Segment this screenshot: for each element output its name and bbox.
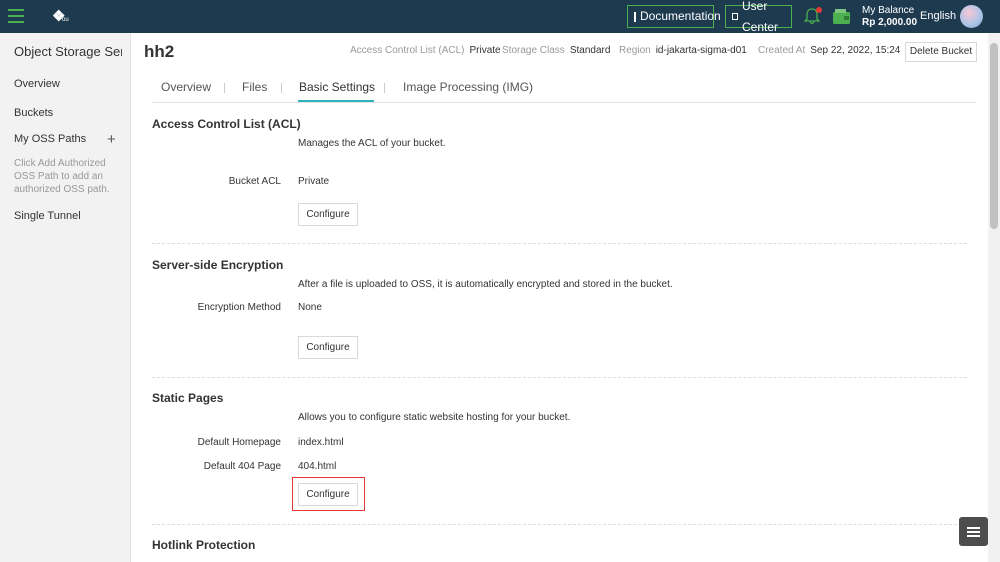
meta-storage-class-key: Storage Class <box>502 45 565 56</box>
default-404-value: 404.html <box>298 461 337 472</box>
balance-label: My Balance <box>862 5 915 16</box>
sidebar-title: Object Storage Ser... <box>14 44 122 59</box>
tab-bar: Overview Files Basic Settings Image Proc… <box>152 70 976 103</box>
acl-configure-button[interactable]: Configure <box>298 203 358 226</box>
encryption-method-value: None <box>298 302 322 313</box>
documentation-label: Documentation <box>640 9 721 23</box>
tab-files[interactable]: Files <box>242 80 267 94</box>
user-center-label: User Center <box>741 0 779 34</box>
top-bar: ❖ Pou Documentation User Center My Balan… <box>0 0 1000 34</box>
delete-bucket-button[interactable]: Delete Bucket <box>905 42 977 62</box>
bucket-acl-label: Bucket ACL <box>228 176 281 187</box>
scrollbar-thumb[interactable] <box>990 43 998 229</box>
static-pages-section-title: Static Pages <box>152 391 224 405</box>
meta-region-value: id-jakarta-sigma-d01 <box>655 45 747 56</box>
section-divider <box>152 524 967 525</box>
sidebar-item-my-oss-paths[interactable]: My OSS Paths <box>14 133 86 145</box>
floating-menu-button[interactable] <box>959 517 988 546</box>
static-pages-configure-button[interactable]: Configure <box>298 483 358 506</box>
language-selector[interactable]: English <box>920 10 956 22</box>
avatar[interactable] <box>960 5 983 28</box>
tab-separator <box>384 83 385 93</box>
static-pages-description: Allows you to configure static website h… <box>298 412 571 423</box>
list-icon <box>967 527 980 529</box>
page-title: hh2 <box>144 42 175 61</box>
encryption-description: After a file is uploaded to OSS, it is a… <box>298 279 673 290</box>
notification-bell-icon[interactable] <box>803 7 822 25</box>
default-homepage-value: index.html <box>298 437 344 448</box>
meta-created-value: Sep 22, 2022, 15:24 <box>810 45 901 56</box>
meta-created-at: Created At Sep 22, 2022, 15:24 <box>758 45 900 56</box>
tab-overview[interactable]: Overview <box>161 80 211 94</box>
balance-value: Rp 2,000.00 <box>862 17 918 28</box>
acl-description: Manages the ACL of your bucket. <box>298 138 446 149</box>
document-icon <box>634 11 636 22</box>
meta-region: Region id-jakarta-sigma-d01 <box>619 45 747 56</box>
meta-acl-key: Access Control List (ACL) <box>350 45 465 56</box>
sidebar: Object Storage Ser... Overview Buckets M… <box>0 33 131 562</box>
list-icon-line <box>967 535 980 537</box>
scrollbar[interactable] <box>988 33 1000 562</box>
encryption-method-label: Encryption Method <box>197 302 281 313</box>
bucket-acl-value: Private <box>298 176 330 187</box>
logo-text: Pou <box>58 17 69 23</box>
sidebar-item-single-tunnel[interactable]: Single Tunnel <box>14 210 81 222</box>
list-icon-line <box>967 531 980 533</box>
tab-separator <box>281 83 282 93</box>
oss-path-hint: Click Add Authorized OSS Path to add an … <box>14 158 110 195</box>
documentation-button[interactable]: Documentation <box>627 5 721 28</box>
acl-section-title: Access Control List (ACL) <box>152 117 301 131</box>
default-homepage-label: Default Homepage <box>197 437 281 448</box>
sidebar-item-overview[interactable]: Overview <box>14 78 60 90</box>
meta-storage-class-value: Standard <box>569 45 611 56</box>
encryption-section-title: Server-side Encryption <box>152 258 284 272</box>
tab-image-processing[interactable]: Image Processing (IMG) <box>403 80 533 94</box>
hotlink-section-title: Hotlink Protection <box>152 538 256 552</box>
wallet-icon[interactable] <box>832 8 851 25</box>
section-divider <box>152 243 967 244</box>
add-oss-path-icon[interactable]: + <box>107 132 116 147</box>
meta-acl-value: Private <box>469 45 501 56</box>
user-center-button[interactable]: User Center <box>725 0 792 34</box>
tab-basic-settings[interactable]: Basic Settings <box>299 80 375 94</box>
balance-display[interactable]: My Balance Rp 2,000.00 <box>862 5 917 29</box>
meta-region-key: Region <box>619 45 651 56</box>
monitor-icon <box>732 13 738 20</box>
active-tab-indicator <box>298 100 374 102</box>
encryption-configure-button[interactable]: Configure <box>298 336 358 359</box>
notification-dot <box>816 7 822 13</box>
section-divider <box>152 377 967 378</box>
meta-storage-class: Storage Class Standard <box>502 45 610 56</box>
menu-icon[interactable] <box>8 9 24 23</box>
page-header: hh2 Access Control List (ACL) Private Sto… <box>131 33 988 69</box>
tab-separator <box>224 83 225 93</box>
logo[interactable]: ❖ Pou <box>50 8 72 26</box>
sidebar-item-buckets[interactable]: Buckets <box>14 107 53 119</box>
meta-acl: Access Control List (ACL) Private <box>350 45 501 56</box>
meta-created-key: Created At <box>758 45 806 56</box>
default-404-label: Default 404 Page <box>203 461 281 472</box>
